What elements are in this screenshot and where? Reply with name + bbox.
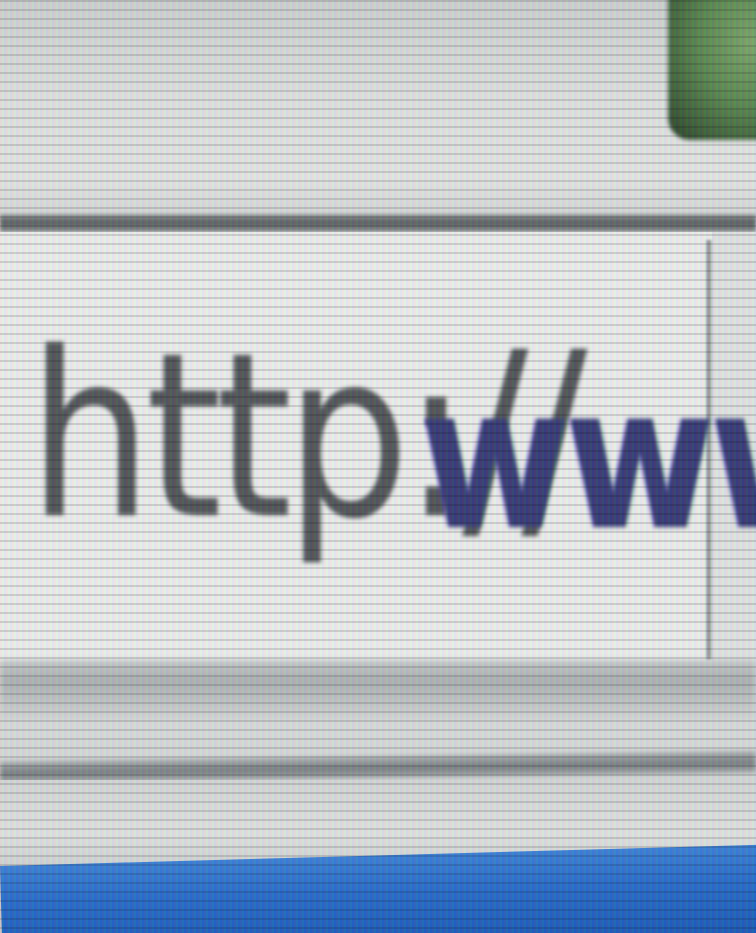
toolbar-divider — [0, 214, 756, 232]
url-host-text: www. — [420, 343, 756, 574]
content-divider — [0, 750, 756, 784]
browser-toolbar — [0, 0, 756, 222]
green-toolbar-icon[interactable] — [668, 0, 756, 140]
address-bar-bottom-edge — [0, 660, 756, 720]
browser-window-closeup: http:// www. — [0, 0, 756, 933]
